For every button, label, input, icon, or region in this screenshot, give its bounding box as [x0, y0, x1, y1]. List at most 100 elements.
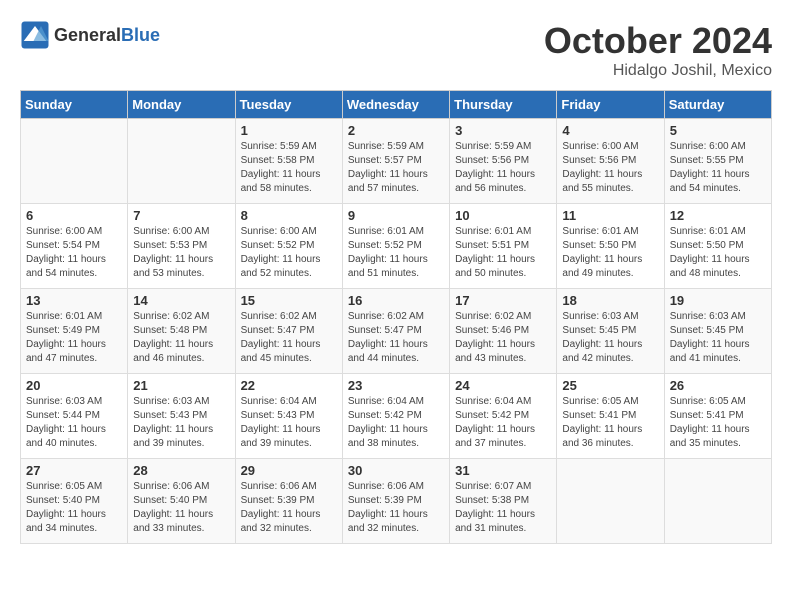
- header-day-friday: Friday: [557, 91, 664, 119]
- day-info: Sunrise: 6:06 AM Sunset: 5:39 PM Dayligh…: [348, 480, 444, 536]
- calendar-cell: 27 Sunrise: 6:05 AM Sunset: 5:40 PM Dayli…: [21, 459, 128, 544]
- week-row-3: 13 Sunrise: 6:01 AM Sunset: 5:49 PM Dayli…: [21, 289, 772, 374]
- day-number: 10: [455, 208, 551, 223]
- calendar-cell: 14 Sunrise: 6:02 AM Sunset: 5:48 PM Dayli…: [128, 289, 235, 374]
- calendar-cell: 5Sunrise: 6:00 AM Sunset: 5:55 PM Daylig…: [664, 119, 771, 204]
- calendar-cell: 19 Sunrise: 6:03 AM Sunset: 5:45 PM Dayli…: [664, 289, 771, 374]
- day-number: 18: [562, 293, 658, 308]
- day-info: Sunrise: 6:06 AM Sunset: 5:40 PM Dayligh…: [133, 480, 229, 536]
- day-info: Sunrise: 6:03 AM Sunset: 5:43 PM Dayligh…: [133, 395, 229, 451]
- day-number: 30: [348, 463, 444, 478]
- day-number: 13: [26, 293, 122, 308]
- logo-text-blue: Blue: [121, 25, 160, 45]
- calendar-cell: 23Sunrise: 6:04 AM Sunset: 5:42 PM Dayli…: [342, 374, 449, 459]
- day-info: Sunrise: 6:03 AM Sunset: 5:45 PM Dayligh…: [670, 310, 766, 366]
- day-info: Sunrise: 6:02 AM Sunset: 5:46 PM Dayligh…: [455, 310, 551, 366]
- calendar-table: SundayMondayTuesdayWednesdayThursdayFrid…: [20, 90, 772, 544]
- day-info: Sunrise: 6:05 AM Sunset: 5:40 PM Dayligh…: [26, 480, 122, 536]
- calendar-cell: 15 Sunrise: 6:02 AM Sunset: 5:47 PM Dayli…: [235, 289, 342, 374]
- calendar-cell: 12Sunrise: 6:01 AM Sunset: 5:50 PM Dayli…: [664, 204, 771, 289]
- day-info: Sunrise: 6:02 AM Sunset: 5:48 PM Dayligh…: [133, 310, 229, 366]
- day-number: 2: [348, 123, 444, 138]
- header-day-thursday: Thursday: [450, 91, 557, 119]
- day-info: Sunrise: 6:03 AM Sunset: 5:45 PM Dayligh…: [562, 310, 658, 366]
- calendar-cell: 10Sunrise: 6:01 AM Sunset: 5:51 PM Dayli…: [450, 204, 557, 289]
- calendar-cell: [21, 119, 128, 204]
- calendar-cell: 17 Sunrise: 6:02 AM Sunset: 5:46 PM Dayli…: [450, 289, 557, 374]
- calendar-cell: 1Sunrise: 5:59 AM Sunset: 5:58 PM Daylig…: [235, 119, 342, 204]
- day-number: 21: [133, 378, 229, 393]
- header-day-sunday: Sunday: [21, 91, 128, 119]
- day-number: 17: [455, 293, 551, 308]
- logo-icon: [20, 20, 50, 50]
- day-info: Sunrise: 6:01 AM Sunset: 5:50 PM Dayligh…: [670, 225, 766, 281]
- calendar-cell: 6 Sunrise: 6:00 AM Sunset: 5:54 PM Daylig…: [21, 204, 128, 289]
- day-info: Sunrise: 5:59 AM Sunset: 5:57 PM Dayligh…: [348, 140, 444, 196]
- day-number: 31: [455, 463, 551, 478]
- day-number: 1: [241, 123, 337, 138]
- header: GeneralBlue October 2024 Hidalgo Joshil,…: [20, 20, 772, 80]
- day-number: 3: [455, 123, 551, 138]
- week-row-4: 20Sunrise: 6:03 AM Sunset: 5:44 PM Dayli…: [21, 374, 772, 459]
- day-info: Sunrise: 6:01 AM Sunset: 5:50 PM Dayligh…: [562, 225, 658, 281]
- day-info: Sunrise: 6:06 AM Sunset: 5:39 PM Dayligh…: [241, 480, 337, 536]
- week-row-1: 1Sunrise: 5:59 AM Sunset: 5:58 PM Daylig…: [21, 119, 772, 204]
- calendar-cell: 26 Sunrise: 6:05 AM Sunset: 5:41 PM Dayli…: [664, 374, 771, 459]
- calendar-cell: 22 Sunrise: 6:04 AM Sunset: 5:43 PM Dayli…: [235, 374, 342, 459]
- calendar-cell: 31Sunrise: 6:07 AM Sunset: 5:38 PM Dayli…: [450, 459, 557, 544]
- day-number: 16: [348, 293, 444, 308]
- logo: GeneralBlue: [20, 20, 160, 50]
- day-number: 24: [455, 378, 551, 393]
- calendar-cell: [664, 459, 771, 544]
- calendar-cell: [128, 119, 235, 204]
- day-info: Sunrise: 6:05 AM Sunset: 5:41 PM Dayligh…: [562, 395, 658, 451]
- day-info: Sunrise: 6:02 AM Sunset: 5:47 PM Dayligh…: [348, 310, 444, 366]
- day-number: 22: [241, 378, 337, 393]
- calendar-cell: 28Sunrise: 6:06 AM Sunset: 5:40 PM Dayli…: [128, 459, 235, 544]
- day-info: Sunrise: 6:01 AM Sunset: 5:52 PM Dayligh…: [348, 225, 444, 281]
- day-number: 6: [26, 208, 122, 223]
- day-number: 4: [562, 123, 658, 138]
- calendar-cell: 21 Sunrise: 6:03 AM Sunset: 5:43 PM Dayli…: [128, 374, 235, 459]
- calendar-cell: 9Sunrise: 6:01 AM Sunset: 5:52 PM Daylig…: [342, 204, 449, 289]
- day-number: 20: [26, 378, 122, 393]
- header-day-wednesday: Wednesday: [342, 91, 449, 119]
- day-info: Sunrise: 6:05 AM Sunset: 5:41 PM Dayligh…: [670, 395, 766, 451]
- day-info: Sunrise: 5:59 AM Sunset: 5:56 PM Dayligh…: [455, 140, 551, 196]
- location-title: Hidalgo Joshil, Mexico: [544, 62, 772, 80]
- day-number: 7: [133, 208, 229, 223]
- calendar-cell: 20Sunrise: 6:03 AM Sunset: 5:44 PM Dayli…: [21, 374, 128, 459]
- logo-text-general: General: [54, 25, 121, 45]
- day-number: 27: [26, 463, 122, 478]
- calendar-cell: 4 Sunrise: 6:00 AM Sunset: 5:56 PM Daylig…: [557, 119, 664, 204]
- calendar-cell: 8Sunrise: 6:00 AM Sunset: 5:52 PM Daylig…: [235, 204, 342, 289]
- day-number: 26: [670, 378, 766, 393]
- calendar-cell: 30 Sunrise: 6:06 AM Sunset: 5:39 PM Dayli…: [342, 459, 449, 544]
- day-number: 29: [241, 463, 337, 478]
- day-info: Sunrise: 6:02 AM Sunset: 5:47 PM Dayligh…: [241, 310, 337, 366]
- month-title: October 2024: [544, 20, 772, 62]
- week-row-5: 27 Sunrise: 6:05 AM Sunset: 5:40 PM Dayli…: [21, 459, 772, 544]
- day-info: Sunrise: 6:00 AM Sunset: 5:56 PM Dayligh…: [562, 140, 658, 196]
- day-number: 19: [670, 293, 766, 308]
- header-day-saturday: Saturday: [664, 91, 771, 119]
- calendar-cell: 25Sunrise: 6:05 AM Sunset: 5:41 PM Dayli…: [557, 374, 664, 459]
- calendar-cell: 11 Sunrise: 6:01 AM Sunset: 5:50 PM Dayli…: [557, 204, 664, 289]
- day-number: 14: [133, 293, 229, 308]
- day-info: Sunrise: 6:04 AM Sunset: 5:43 PM Dayligh…: [241, 395, 337, 451]
- day-info: Sunrise: 6:04 AM Sunset: 5:42 PM Dayligh…: [455, 395, 551, 451]
- day-number: 11: [562, 208, 658, 223]
- calendar-cell: 16 Sunrise: 6:02 AM Sunset: 5:47 PM Dayli…: [342, 289, 449, 374]
- day-number: 15: [241, 293, 337, 308]
- week-row-2: 6 Sunrise: 6:00 AM Sunset: 5:54 PM Daylig…: [21, 204, 772, 289]
- calendar-cell: 3 Sunrise: 5:59 AM Sunset: 5:56 PM Daylig…: [450, 119, 557, 204]
- calendar-cell: 13 Sunrise: 6:01 AM Sunset: 5:49 PM Dayli…: [21, 289, 128, 374]
- day-number: 8: [241, 208, 337, 223]
- day-info: Sunrise: 6:01 AM Sunset: 5:49 PM Dayligh…: [26, 310, 122, 366]
- calendar-cell: 18 Sunrise: 6:03 AM Sunset: 5:45 PM Dayli…: [557, 289, 664, 374]
- day-info: Sunrise: 6:00 AM Sunset: 5:54 PM Dayligh…: [26, 225, 122, 281]
- header-day-monday: Monday: [128, 91, 235, 119]
- day-info: Sunrise: 6:00 AM Sunset: 5:55 PM Dayligh…: [670, 140, 766, 196]
- calendar-cell: 2 Sunrise: 5:59 AM Sunset: 5:57 PM Daylig…: [342, 119, 449, 204]
- header-row: SundayMondayTuesdayWednesdayThursdayFrid…: [21, 91, 772, 119]
